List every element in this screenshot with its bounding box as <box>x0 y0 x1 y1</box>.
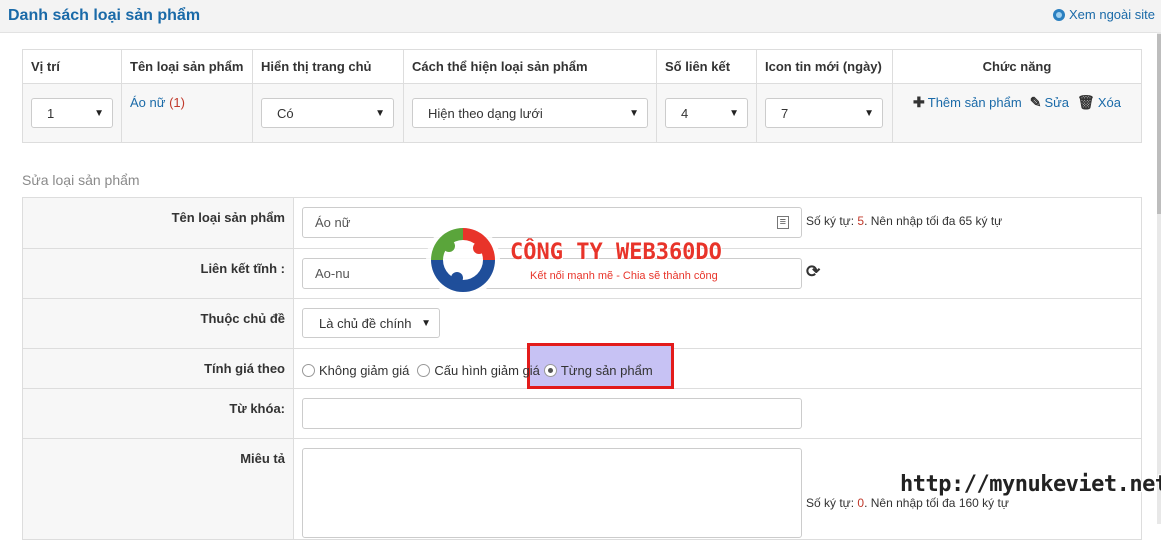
caret-down-icon: ▼ <box>94 107 104 119</box>
keywords-input[interactable] <box>302 398 802 429</box>
delete-button[interactable]: 🗑 Xóa <box>1077 94 1121 111</box>
price-radio-group: Không giảm giá Cấu hình giảm giá Từng sả… <box>302 358 653 380</box>
description-label: Miêu tả <box>23 439 294 539</box>
caret-down-icon: ▼ <box>421 317 431 329</box>
product-count: (1) <box>169 95 185 110</box>
name-hint: Số ký tự: 5. Nên nhập tối đa 65 ký tự <box>806 214 1003 228</box>
form-row-topic: Thuộc chủ đề Là chủ đề chính ▼ <box>22 299 1142 349</box>
col-show-home: Hiển thị trang chủ <box>252 49 404 84</box>
keywords-label: Từ khóa: <box>23 389 294 438</box>
plus-icon: ✚ <box>913 94 925 110</box>
caret-down-icon: ▼ <box>375 107 385 119</box>
radio-no-discount[interactable]: Không giảm giá <box>302 363 409 378</box>
col-name: Tên loại sản phẩm <box>121 49 253 84</box>
caret-down-icon: ▼ <box>629 107 639 119</box>
edit-icon: ✎ <box>1029 94 1042 110</box>
view-site-link[interactable]: Xem ngoài site <box>1053 7 1155 22</box>
table-row: 1 ▼ Áo nữ (1) Có ▼ Hiện theo dạng lưới ▼ 4 ▼… <box>22 83 1142 143</box>
category-name-link[interactable]: Áo nữ <box>130 95 165 110</box>
trash-icon: 🗑 <box>1077 94 1095 110</box>
alias-label: Liên kết tĩnh : <box>23 249 294 298</box>
position-select[interactable]: 1 ▼ <box>31 98 113 128</box>
company-logo: CÔNG TY WEB360DO Kết nối mạnh mẽ - Chia … <box>423 220 763 306</box>
watermark-text: http://mynukeviet.net <box>900 472 1161 497</box>
topic-select[interactable]: Là chủ đề chính ▼ <box>302 308 440 338</box>
row-actions: ✚ Thêm sản phẩm ✎ Sửa 🗑 Xóa <box>901 94 1133 111</box>
refresh-icon[interactable]: ⟳ <box>806 258 820 282</box>
radio-discount-config[interactable]: Cấu hình giảm giá <box>417 363 540 378</box>
radio-per-product[interactable]: Từng sản phẩm <box>543 363 653 378</box>
price-label: Tính giá theo <box>23 349 294 388</box>
caret-down-icon: ▼ <box>729 107 739 119</box>
num-links-select[interactable]: 4 ▼ <box>665 98 748 128</box>
col-position: Vị trí <box>22 49 122 84</box>
new-icon-select[interactable]: 7 ▼ <box>765 98 883 128</box>
category-table: Vị trí Tên loại sản phẩm Hiển thị trang … <box>22 49 1142 143</box>
edit-button[interactable]: ✎ Sửa <box>1030 94 1069 111</box>
page-title: Danh sách loại sản phẩm <box>8 7 201 24</box>
col-num-links: Số liên kết <box>656 49 757 84</box>
topic-label: Thuộc chủ đề <box>23 299 294 348</box>
col-display-mode: Cách thể hiện loại sản phẩm <box>403 49 657 84</box>
page-header: Danh sách loại sản phẩm Xem ngoài site <box>0 0 1161 33</box>
section-title: Sửa loại sản phẩm <box>22 172 140 188</box>
name-label: Tên loại sản phẩm <box>23 198 294 248</box>
form-row-keywords: Từ khóa: <box>22 389 1142 439</box>
col-new-icon: Icon tin mới (ngày) <box>756 49 893 84</box>
scrollbar-thumb[interactable] <box>1157 34 1161 214</box>
add-product-button[interactable]: ✚ Thêm sản phẩm <box>913 94 1022 111</box>
logo-company-name: CÔNG TY WEB360DO <box>510 240 722 265</box>
show-home-select[interactable]: Có ▼ <box>261 98 394 128</box>
form-row-price: Tính giá theo Không giảm giá Cấu hình gi… <box>22 343 1142 389</box>
caret-down-icon: ▼ <box>864 107 874 119</box>
col-actions: Chức năng <box>892 49 1142 84</box>
table-header-row: Vị trí Tên loại sản phẩm Hiển thị trang … <box>22 49 1142 84</box>
logo-slogan: Kết nối mạnh mẽ - Chia sẽ thành công <box>530 270 718 282</box>
view-site-label: Xem ngoài site <box>1069 7 1155 22</box>
keyboard-icon: ≡ <box>776 216 789 229</box>
globe-icon <box>1053 8 1065 21</box>
description-textarea[interactable] <box>302 448 802 538</box>
display-mode-select[interactable]: Hiện theo dạng lưới ▼ <box>412 98 648 128</box>
